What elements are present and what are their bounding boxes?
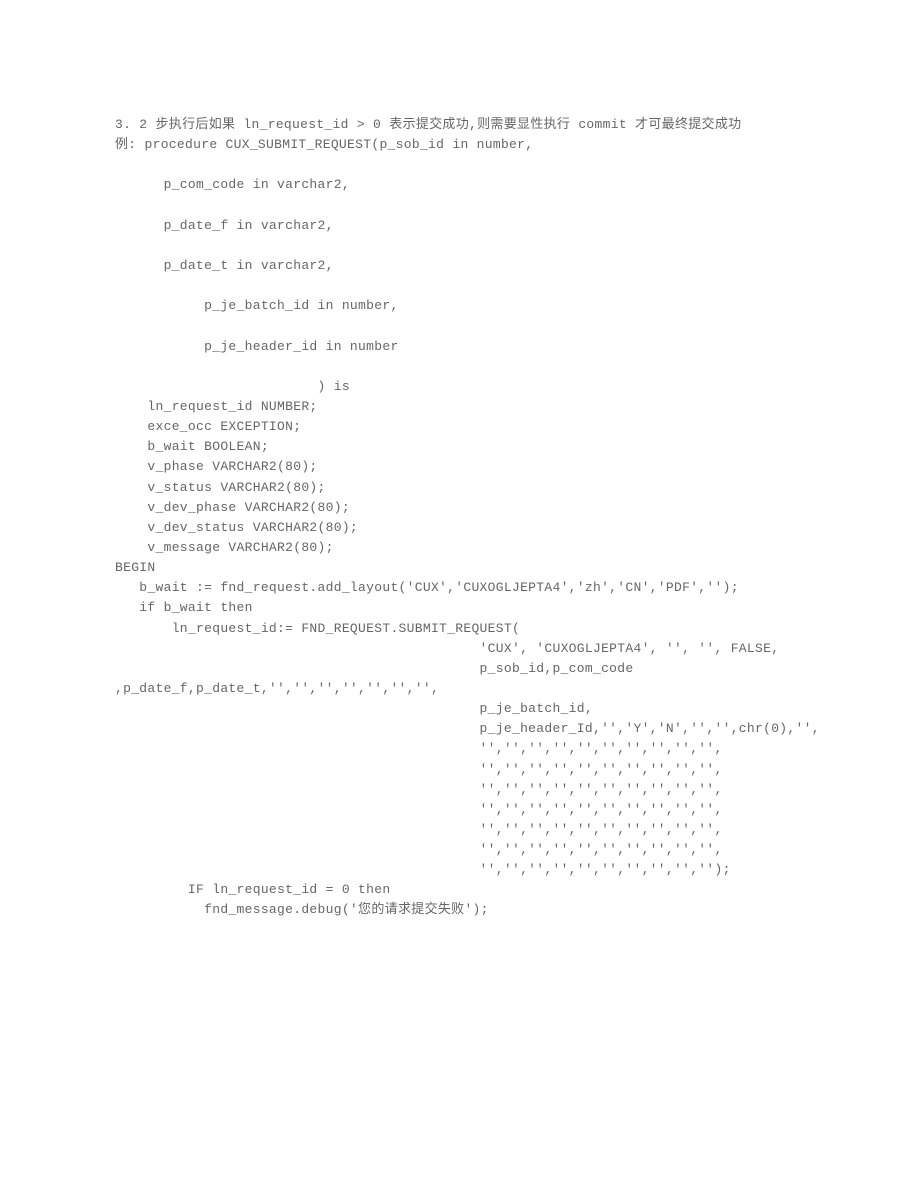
document-content: 3. 2 步执行后如果 ln_request_id > 0 表示提交成功,则需要… bbox=[115, 115, 805, 921]
code-line: ) is bbox=[115, 377, 805, 397]
code-line: 例: procedure CUX_SUBMIT_REQUEST(p_sob_id… bbox=[115, 135, 805, 155]
code-line: IF ln_request_id = 0 then bbox=[115, 880, 805, 900]
code-line: p_je_header_Id,'','Y','N','','',chr(0),'… bbox=[115, 719, 805, 739]
code-line: v_status VARCHAR2(80); bbox=[115, 478, 805, 498]
code-line bbox=[115, 236, 805, 256]
code-line: '','','','','','','','','','', bbox=[115, 739, 805, 759]
code-line bbox=[115, 196, 805, 216]
code-line: '','','','','','','','','','', bbox=[115, 820, 805, 840]
code-line bbox=[115, 357, 805, 377]
code-line: fnd_message.debug('您的请求提交失败'); bbox=[115, 900, 805, 920]
code-line bbox=[115, 155, 805, 175]
code-line: b_wait := fnd_request.add_layout('CUX','… bbox=[115, 578, 805, 598]
code-line: ,p_date_f,p_date_t,'','','','','','','', bbox=[115, 679, 805, 699]
code-line: BEGIN bbox=[115, 558, 805, 578]
code-line: v_phase VARCHAR2(80); bbox=[115, 457, 805, 477]
code-line: p_sob_id,p_com_code bbox=[115, 659, 805, 679]
code-line: '','','','','','','','','','', bbox=[115, 840, 805, 860]
code-line: 3. 2 步执行后如果 ln_request_id > 0 表示提交成功,则需要… bbox=[115, 115, 805, 135]
code-line: if b_wait then bbox=[115, 598, 805, 618]
code-line: '','','','','','','','','','', bbox=[115, 760, 805, 780]
code-line: '','','','','','','','','','', bbox=[115, 780, 805, 800]
code-line bbox=[115, 276, 805, 296]
code-line bbox=[115, 316, 805, 336]
code-line: exce_occ EXCEPTION; bbox=[115, 417, 805, 437]
code-line: p_date_t in varchar2, bbox=[115, 256, 805, 276]
code-line: '','','','','','','','','',''); bbox=[115, 860, 805, 880]
code-line: p_je_batch_id in number, bbox=[115, 296, 805, 316]
code-line: '','','','','','','','','','', bbox=[115, 800, 805, 820]
code-line: v_dev_status VARCHAR2(80); bbox=[115, 518, 805, 538]
code-line: p_com_code in varchar2, bbox=[115, 175, 805, 195]
code-line: v_dev_phase VARCHAR2(80); bbox=[115, 498, 805, 518]
code-line: p_je_batch_id, bbox=[115, 699, 805, 719]
code-line: b_wait BOOLEAN; bbox=[115, 437, 805, 457]
code-line: 'CUX', 'CUXOGLJEPTA4', '', '', FALSE, bbox=[115, 639, 805, 659]
code-line: v_message VARCHAR2(80); bbox=[115, 538, 805, 558]
code-line: ln_request_id NUMBER; bbox=[115, 397, 805, 417]
code-line: ln_request_id:= FND_REQUEST.SUBMIT_REQUE… bbox=[115, 619, 805, 639]
code-line: p_date_f in varchar2, bbox=[115, 216, 805, 236]
code-line: p_je_header_id in number bbox=[115, 337, 805, 357]
